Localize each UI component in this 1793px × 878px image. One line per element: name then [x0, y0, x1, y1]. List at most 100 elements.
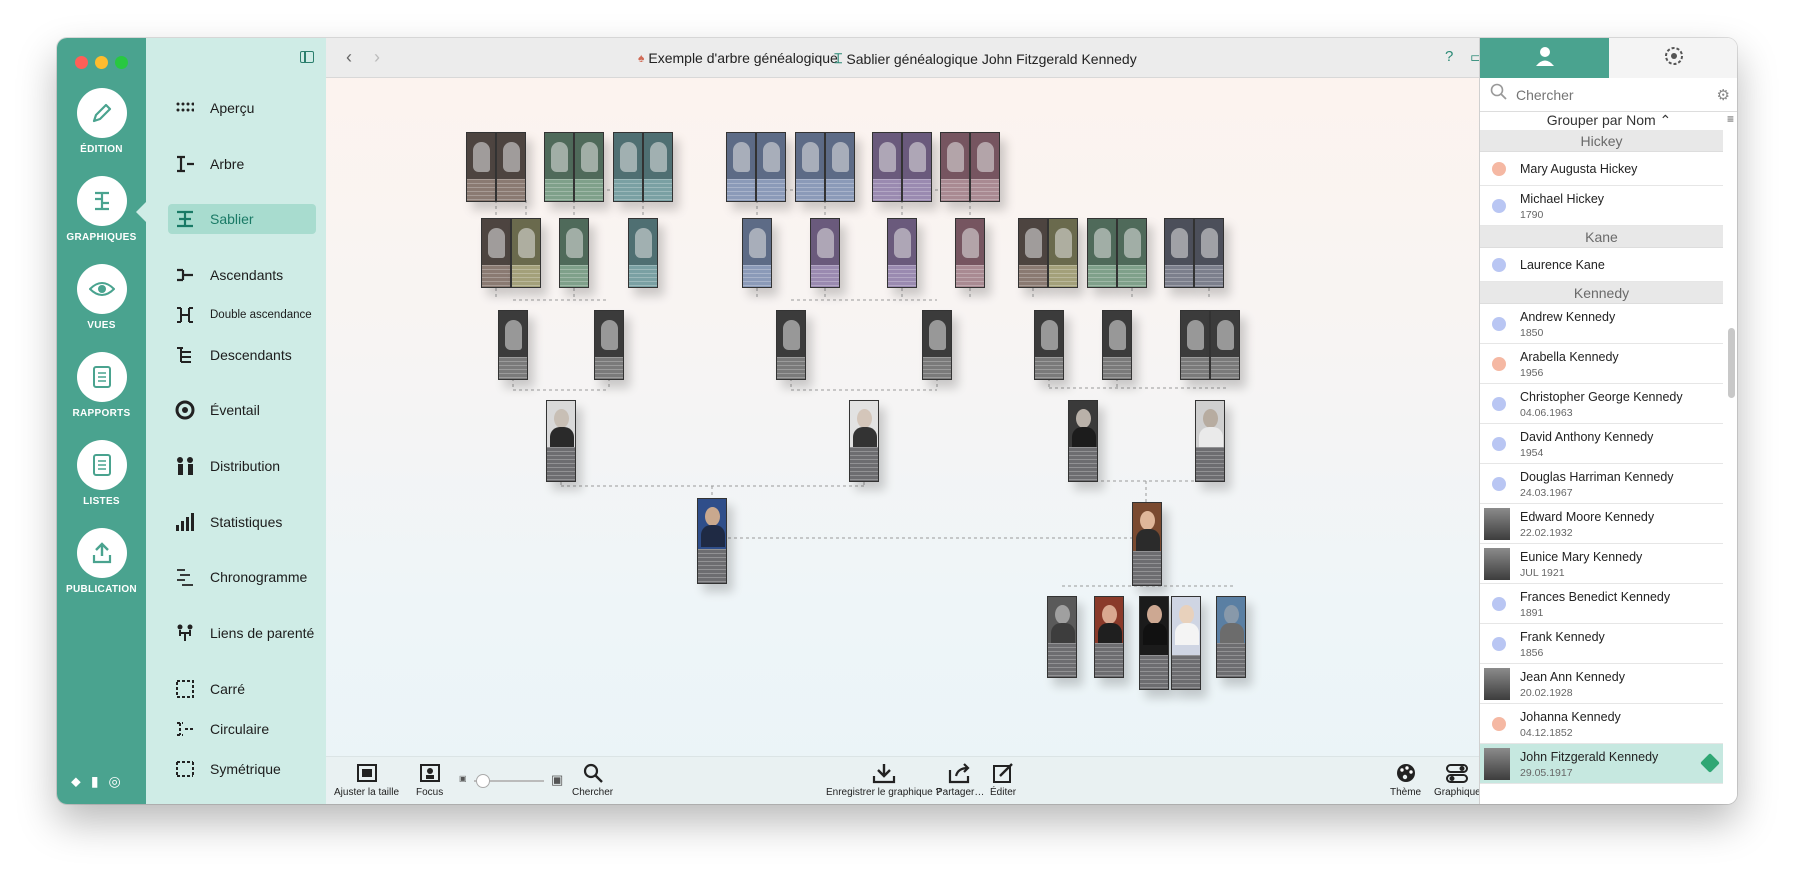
- person-card[interactable]: [466, 132, 496, 202]
- person-row[interactable]: Johanna Kennedy 04.12.1852: [1480, 704, 1723, 744]
- search-settings-icon[interactable]: ⚙: [1717, 86, 1730, 104]
- person-card[interactable]: [756, 132, 786, 202]
- rail-publication-button[interactable]: PUBLICATION: [57, 528, 146, 595]
- person-photo-card[interactable]: [1132, 502, 1162, 586]
- person-row[interactable]: Andrew Kennedy 1850: [1480, 304, 1723, 344]
- menu-descendants[interactable]: Descendants: [168, 340, 316, 370]
- person-card[interactable]: [1164, 218, 1194, 288]
- person-row[interactable]: Frances Benedict Kennedy 1891: [1480, 584, 1723, 624]
- edit-button[interactable]: Éditer: [990, 762, 1016, 798]
- person-card[interactable]: [544, 132, 574, 202]
- rail-rapports-button[interactable]: RAPPORTS: [57, 352, 146, 419]
- person-photo-card[interactable]: [1047, 596, 1077, 678]
- share-button[interactable]: Partager…: [936, 762, 984, 798]
- person-row[interactable]: Arabella Kennedy 1956: [1480, 344, 1723, 384]
- list-sort-icon[interactable]: ≡: [1727, 112, 1734, 126]
- menu-arbre[interactable]: Arbre: [168, 149, 316, 179]
- person-card[interactable]: [594, 310, 624, 380]
- menu-symetrique[interactable]: Symétrique: [168, 754, 316, 784]
- hourglass-chart[interactable]: [326, 78, 1479, 718]
- zoom-window-button[interactable]: [115, 56, 128, 69]
- person-card[interactable]: [643, 132, 673, 202]
- person-photo-card[interactable]: [1216, 596, 1246, 678]
- person-photo-card[interactable]: [1171, 596, 1201, 690]
- person-photo-card[interactable]: [1195, 400, 1225, 482]
- rail-vues-button[interactable]: VUES: [57, 264, 146, 331]
- person-card[interactable]: [1180, 310, 1210, 380]
- person-list-scrollbar[interactable]: [1728, 328, 1735, 398]
- person-photo-card[interactable]: [697, 498, 727, 584]
- person-card[interactable]: [559, 218, 589, 288]
- person-card[interactable]: [1048, 218, 1078, 288]
- person-row[interactable]: Frank Kennedy 1856: [1480, 624, 1723, 664]
- zoom-in-icon[interactable]: ▣: [551, 772, 563, 788]
- menu-statistiques[interactable]: Statistiques: [168, 507, 316, 537]
- menu-distribution[interactable]: Distribution: [168, 451, 316, 481]
- person-row[interactable]: Douglas Harriman Kennedy 24.03.1967: [1480, 464, 1723, 504]
- help-icon[interactable]: ?: [1445, 48, 1453, 65]
- person-card[interactable]: [496, 132, 526, 202]
- menu-circulaire[interactable]: Circulaire: [168, 714, 316, 744]
- menu-double-ascendance[interactable]: Double ascendance: [168, 300, 316, 330]
- menu-liens-parente[interactable]: Liens de parenté: [168, 618, 316, 648]
- minimize-window-button[interactable]: [95, 56, 108, 69]
- web-search-icon[interactable]: ◎: [109, 773, 121, 790]
- menu-ascendants[interactable]: Ascendants: [168, 260, 316, 290]
- menu-sablier[interactable]: Sablier: [168, 204, 316, 234]
- person-photo-card[interactable]: [546, 400, 576, 482]
- theme-button[interactable]: Thème: [1390, 762, 1421, 798]
- menu-carre[interactable]: Carré: [168, 674, 316, 704]
- person-card[interactable]: [1117, 218, 1147, 288]
- person-row[interactable]: Mary Augusta Hickey: [1480, 152, 1723, 186]
- person-row[interactable]: David Anthony Kennedy 1954: [1480, 424, 1723, 464]
- person-card[interactable]: [574, 132, 604, 202]
- person-photo-card[interactable]: [849, 400, 879, 482]
- person-card[interactable]: [1102, 310, 1132, 380]
- person-card[interactable]: [628, 218, 658, 288]
- person-card[interactable]: [776, 310, 806, 380]
- menu-eventail[interactable]: Éventail: [168, 395, 316, 425]
- rail-edition-button[interactable]: ÉDITION: [57, 88, 146, 155]
- person-card[interactable]: [902, 132, 932, 202]
- person-row[interactable]: Laurence Kane: [1480, 248, 1723, 282]
- back-arrow-icon[interactable]: ‹: [346, 47, 352, 68]
- person-photo-card[interactable]: [1068, 400, 1098, 482]
- menu-apercu[interactable]: Aperçu: [168, 93, 316, 123]
- person-card[interactable]: [481, 218, 511, 288]
- person-card[interactable]: [1087, 218, 1117, 288]
- person-card[interactable]: [810, 218, 840, 288]
- person-row[interactable]: Eunice Mary Kennedy JUL 1921: [1480, 544, 1723, 584]
- zoom-slider[interactable]: [474, 774, 544, 788]
- person-card[interactable]: [955, 218, 985, 288]
- person-card[interactable]: [1194, 218, 1224, 288]
- close-window-button[interactable]: [75, 56, 88, 69]
- forward-arrow-icon[interactable]: ›: [374, 47, 380, 68]
- person-card[interactable]: [1018, 218, 1048, 288]
- bookmark-icon[interactable]: ▮: [91, 773, 99, 790]
- fit-size-button[interactable]: Ajuster la taille: [334, 762, 399, 798]
- rail-graphiques-button[interactable]: GRAPHIQUES: [57, 176, 146, 243]
- person-card[interactable]: [922, 310, 952, 380]
- zoom-out-icon[interactable]: ▣: [459, 774, 467, 783]
- person-card[interactable]: [970, 132, 1000, 202]
- person-card[interactable]: [940, 132, 970, 202]
- person-row[interactable]: Edward Moore Kennedy 22.02.1932: [1480, 504, 1723, 544]
- person-row[interactable]: Michael Hickey 1790: [1480, 186, 1723, 226]
- focus-button[interactable]: Focus: [416, 762, 443, 798]
- person-card[interactable]: [498, 310, 528, 380]
- group-by-selector[interactable]: Grouper par Nom ⌃ ≡: [1480, 112, 1737, 130]
- menu-chronogramme[interactable]: Chronogramme: [168, 562, 316, 592]
- person-photo-card[interactable]: [1094, 596, 1124, 678]
- person-card[interactable]: [511, 218, 541, 288]
- person-row[interactable]: John Fitzgerald Kennedy 29.05.1917: [1480, 744, 1723, 784]
- save-chart-button[interactable]: Enregistrer le graphique ?: [826, 762, 941, 798]
- zoom-slider-thumb[interactable]: [476, 774, 490, 788]
- person-card[interactable]: [1210, 310, 1240, 380]
- tab-settings[interactable]: [1609, 38, 1737, 78]
- person-card[interactable]: [726, 132, 756, 202]
- chart-settings-button[interactable]: Graphique: [1434, 762, 1481, 798]
- tag-icon[interactable]: ⬥: [71, 773, 81, 790]
- tab-persons[interactable]: [1480, 38, 1609, 78]
- person-row[interactable]: Jean Ann Kennedy 20.02.1928: [1480, 664, 1723, 704]
- person-card[interactable]: [795, 132, 825, 202]
